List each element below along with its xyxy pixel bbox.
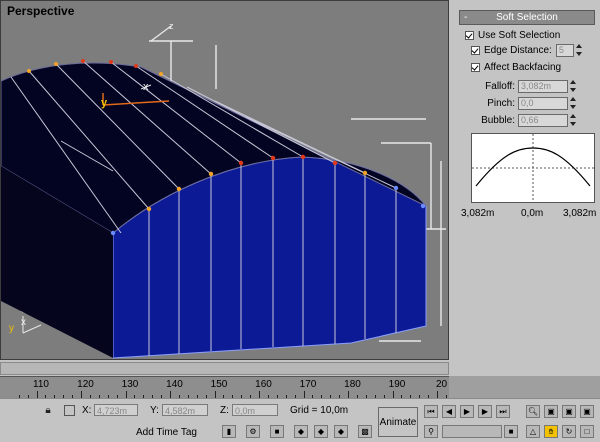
use-soft-selection-label: Use Soft Selection bbox=[478, 29, 561, 41]
goto-start-icon[interactable]: ⏮ bbox=[424, 405, 438, 418]
command-panel: - Soft Selection Use Soft Selection Edge… bbox=[451, 0, 600, 360]
curve-label-center: 0,0m bbox=[521, 208, 544, 219]
lock-selection-icon[interactable]: 🔒︎ bbox=[42, 405, 54, 417]
track-bar-end bbox=[449, 376, 600, 398]
gear-icon[interactable]: ⚙ bbox=[246, 425, 260, 438]
animate-button[interactable]: Animate bbox=[378, 407, 418, 437]
viewport-label[interactable]: Perspective bbox=[7, 4, 74, 18]
timeline-tick-label: 170 bbox=[299, 379, 317, 390]
rollout-title: Soft Selection bbox=[496, 12, 558, 23]
falloff-curve-svg bbox=[472, 134, 594, 202]
timeline-tick-label: 20 bbox=[435, 379, 448, 390]
prev-frame-icon[interactable]: ◀ bbox=[442, 405, 456, 418]
y-coord-field[interactable]: 4,582m bbox=[162, 404, 208, 416]
bubble-row: Bubble: 0,66 bbox=[455, 113, 577, 127]
axis-y-label: y bbox=[101, 97, 108, 109]
timeline-tick-label: 150 bbox=[210, 379, 228, 390]
x-coord-field[interactable]: 4,723m bbox=[94, 404, 138, 416]
time-slider[interactable] bbox=[0, 362, 449, 375]
pinch-label: Pinch: bbox=[487, 97, 515, 109]
edge-distance-checkbox[interactable] bbox=[471, 45, 480, 55]
use-soft-selection-row[interactable]: Use Soft Selection bbox=[465, 28, 560, 42]
arc-rotate-icon[interactable]: ↻ bbox=[562, 425, 576, 438]
maximize-viewport-icon[interactable]: □ bbox=[580, 425, 594, 438]
edge-distance-row[interactable]: Edge Distance: 5 bbox=[471, 43, 583, 57]
bubble-label: Bubble: bbox=[481, 114, 515, 126]
affect-backfacing-label: Affect Backfacing bbox=[484, 61, 562, 73]
soft-selection-rollout-header[interactable]: - Soft Selection bbox=[459, 10, 595, 25]
bubble-spinner[interactable] bbox=[570, 114, 577, 126]
axis-z-label: z bbox=[169, 21, 174, 31]
edge-distance-spinner[interactable] bbox=[575, 44, 583, 56]
affect-backfacing-checkbox[interactable] bbox=[471, 62, 480, 72]
teapot-icon[interactable]: ▮ bbox=[222, 425, 236, 438]
timeline-tick-label: 160 bbox=[255, 379, 272, 390]
track-bar[interactable]: 110 120 130 140 150 160 170 180 190 20 bbox=[0, 376, 456, 399]
curve-label-left: 3,082m bbox=[461, 208, 495, 219]
collapse-icon[interactable]: - bbox=[464, 11, 467, 24]
zoom-extents-all-icon[interactable]: ▣ bbox=[580, 405, 594, 418]
falloff-spinner[interactable] bbox=[570, 80, 577, 92]
time-config-icon[interactable]: ▩ bbox=[358, 425, 372, 438]
status-bar: 🔒︎ X: 4,723m Y: 4,582m Z: 0,0m Grid = 10… bbox=[0, 398, 600, 442]
bubble-field[interactable]: 0,66 bbox=[518, 113, 568, 127]
set-key-icon[interactable]: ◆ bbox=[314, 425, 328, 438]
absolute-mode-icon[interactable] bbox=[64, 405, 75, 416]
timeline-tick-label: 120 bbox=[77, 379, 94, 390]
perspective-viewport[interactable]: Perspective y x z y x bbox=[0, 0, 449, 360]
grid-readout: Grid = 10,0m bbox=[290, 405, 349, 416]
affect-backfacing-row[interactable]: Affect Backfacing bbox=[471, 60, 561, 74]
zoom-icon[interactable]: 🔍︎ bbox=[526, 405, 540, 418]
falloff-curve-graph bbox=[471, 133, 595, 203]
key-mode-icon[interactable]: ◆ bbox=[334, 425, 348, 438]
z-coord-field[interactable]: 0,0m bbox=[232, 404, 278, 416]
zoom-all-icon[interactable]: ▣ bbox=[544, 405, 558, 418]
mini-axis-y-label: y bbox=[9, 323, 14, 334]
mini-axis-x-label: x bbox=[21, 317, 26, 328]
timeline-tick-label: 180 bbox=[344, 379, 361, 390]
falloff-row: Falloff: 3,082m bbox=[455, 79, 577, 93]
scene-canvas[interactable] bbox=[1, 1, 449, 360]
pinch-field[interactable]: 0,0 bbox=[518, 96, 568, 110]
key-filter-icon[interactable]: ◆ bbox=[294, 425, 308, 438]
timeline-tick-label: 110 bbox=[33, 379, 49, 390]
use-soft-selection-checkbox[interactable] bbox=[465, 30, 474, 40]
cube-icon[interactable]: ■ bbox=[270, 425, 284, 438]
field-of-view-icon[interactable]: △ bbox=[526, 425, 540, 438]
key-mode-toggle-icon[interactable]: ■ bbox=[504, 425, 518, 438]
pan-hand-icon[interactable]: ✋︎ bbox=[544, 425, 558, 438]
pinch-row: Pinch: 0,0 bbox=[455, 96, 577, 110]
edge-distance-label: Edge Distance: bbox=[484, 44, 552, 56]
timeline-tick-label: 140 bbox=[166, 379, 183, 390]
pinch-spinner[interactable] bbox=[570, 97, 577, 109]
current-frame-field[interactable] bbox=[442, 425, 502, 438]
edge-distance-field[interactable]: 5 bbox=[555, 43, 574, 57]
goto-end-icon[interactable]: ⏭ bbox=[496, 405, 510, 418]
key-icon[interactable]: ⚲ bbox=[424, 425, 438, 438]
falloff-label: Falloff: bbox=[485, 80, 515, 92]
curve-label-right: 3,082m bbox=[563, 208, 597, 219]
add-time-tag-button[interactable]: Add Time Tag bbox=[136, 427, 197, 438]
play-icon[interactable]: ▶ bbox=[460, 405, 474, 418]
z-coord-label: Z: bbox=[220, 405, 229, 416]
timeline: 110 120 130 140 150 160 170 180 190 20 bbox=[0, 360, 600, 399]
falloff-field[interactable]: 3,082m bbox=[518, 79, 568, 93]
y-coord-label: Y: bbox=[150, 405, 159, 416]
axis-x-label: x bbox=[143, 81, 149, 93]
x-coord-label: X: bbox=[82, 405, 92, 416]
timeline-tick-label: 130 bbox=[121, 379, 139, 390]
zoom-extents-icon[interactable]: ▣ bbox=[562, 405, 576, 418]
next-frame-icon[interactable]: ▶ bbox=[478, 405, 492, 418]
timeline-tick-label: 190 bbox=[388, 379, 406, 390]
